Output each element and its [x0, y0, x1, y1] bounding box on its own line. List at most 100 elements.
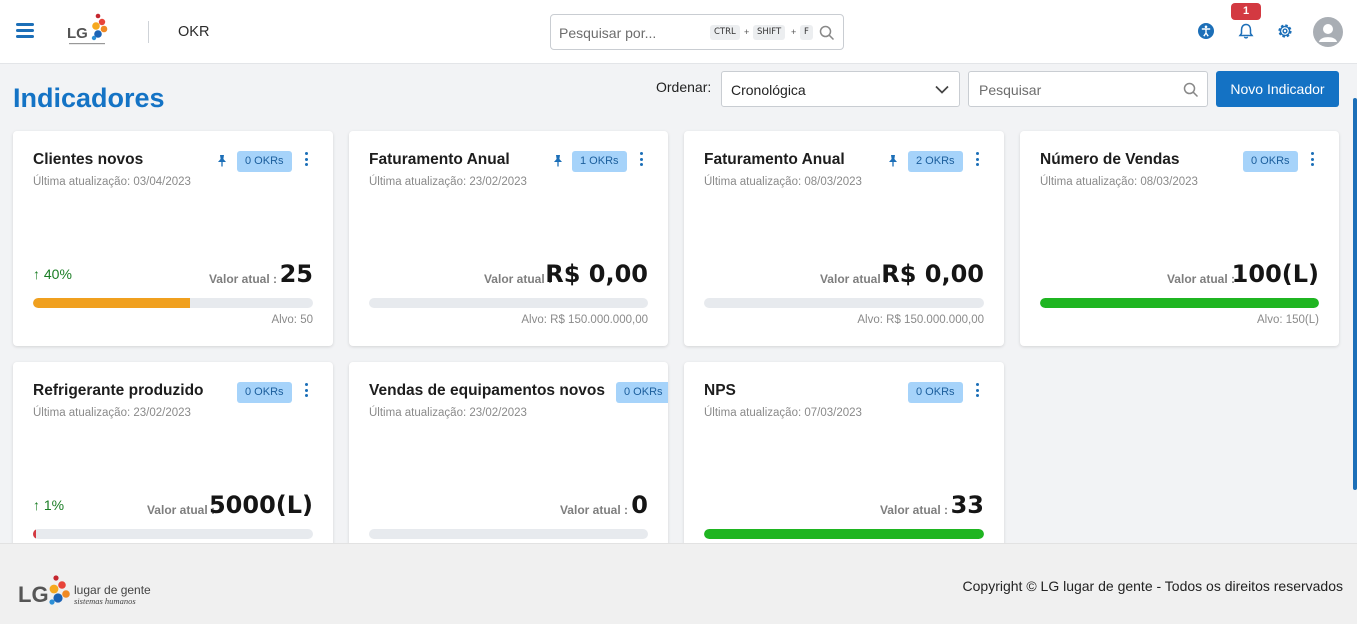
current-value-label: Valor atual :: [879, 503, 948, 517]
progress-bar: [704, 298, 984, 308]
indicator-card[interactable]: Número de Vendas 0 OKRs Última atualizaç…: [1020, 131, 1339, 346]
top-bar: LG OKR Pesquisar por... CTRL + SHIFT + F…: [0, 0, 1357, 64]
okr-count-badge[interactable]: 2 OKRs: [908, 151, 963, 172]
trend: ↑ 40%: [33, 266, 72, 282]
current-value: 33: [950, 491, 984, 519]
user-icon: [1319, 24, 1337, 42]
okr-count-badge[interactable]: 0 OKRs: [1243, 151, 1298, 172]
more-options-icon[interactable]: [638, 152, 644, 168]
progress-bar: [33, 529, 313, 539]
current-value: 0: [631, 491, 648, 519]
target-value: Alvo: R$ 150.000.000,00: [521, 314, 648, 326]
bell-icon[interactable]: [1237, 22, 1255, 40]
indicator-card[interactable]: Faturamento Anual 1 OKRs Última atualiza…: [349, 131, 668, 346]
current-value: 100(L): [1231, 260, 1319, 288]
okr-count-badge[interactable]: 0 OKRs: [908, 382, 963, 403]
footer-logo-subtext: sistemas humanos: [74, 596, 136, 606]
header-divider: [148, 21, 149, 43]
okr-count-badge[interactable]: 1 OKRs: [572, 151, 627, 172]
last-update: Última atualização: 03/04/2023: [33, 176, 191, 188]
indicator-card[interactable]: NPS 0 OKRs Última atualização: 07/03/202…: [684, 362, 1004, 552]
progress-bar: [1040, 298, 1319, 308]
pin-icon[interactable]: [216, 154, 228, 167]
trend-value: 1%: [43, 497, 65, 513]
current-value-label: Valor atual :: [208, 272, 277, 286]
indicator-title: NPS: [704, 382, 736, 399]
progress-fill: [33, 529, 36, 539]
indicator-card[interactable]: Clientes novos 0 OKRs Última atualização…: [13, 131, 333, 346]
scrollbar[interactable]: [1353, 98, 1357, 490]
avatar[interactable]: [1313, 17, 1343, 47]
page-title: Indicadores: [13, 83, 165, 113]
target-value: Alvo: 150(L): [1256, 314, 1319, 326]
target-value: Alvo: R$ 150.000.000,00: [857, 314, 984, 326]
more-options-icon[interactable]: [974, 152, 980, 168]
current-value-label: Valor atual :: [559, 503, 628, 517]
global-search-placeholder: Pesquisar por...: [559, 25, 657, 41]
indicator-title: Clientes novos: [33, 151, 144, 168]
okr-count-badge[interactable]: 0 OKRs: [237, 151, 292, 172]
indicator-card[interactable]: Refrigerante produzido 0 OKRs Última atu…: [13, 362, 333, 552]
indicator-title: Número de Vendas: [1040, 151, 1180, 168]
indicator-card[interactable]: Vendas de equipamentos novos 0 OKRs Últi…: [349, 362, 668, 552]
okr-count-badge[interactable]: 0 OKRs: [616, 382, 668, 403]
indicator-title: Faturamento Anual: [369, 151, 510, 168]
sort-select[interactable]: Cronológica: [721, 71, 960, 107]
footer-logo: LG lugar de gente sistemas humanos: [18, 575, 151, 607]
indicator-search-input[interactable]: Pesquisar: [968, 71, 1208, 107]
progress-bar: [33, 298, 313, 308]
pin-icon[interactable]: [887, 154, 899, 167]
progress-fill: [1040, 298, 1319, 308]
target-value: Alvo: 50: [271, 314, 313, 326]
pin-icon[interactable]: [552, 154, 564, 167]
kbd-ctrl: CTRL: [710, 25, 740, 40]
sort-selected-value: Cronológica: [731, 82, 806, 98]
more-options-icon[interactable]: [1309, 152, 1315, 168]
more-options-icon[interactable]: [974, 383, 980, 399]
svg-text:LG: LG: [67, 25, 88, 42]
progress-bar: [369, 298, 648, 308]
lg-logo[interactable]: LG: [66, 11, 114, 49]
kbd-plus: +: [791, 27, 797, 37]
indicator-card[interactable]: Faturamento Anual 2 OKRs Última atualiza…: [684, 131, 1004, 346]
search-icon[interactable]: [819, 25, 835, 41]
indicator-title: Vendas de equipamentos novos: [369, 382, 606, 399]
indicator-title: Refrigerante produzido: [33, 382, 204, 399]
arrow-up-icon: ↑: [33, 497, 40, 513]
last-update: Última atualização: 23/02/2023: [369, 407, 527, 419]
last-update: Última atualização: 23/02/2023: [369, 176, 527, 188]
global-search-input[interactable]: Pesquisar por... CTRL + SHIFT + F: [550, 14, 844, 50]
copyright: Copyright © LG lugar de gente - Todos os…: [962, 578, 1343, 594]
progress-bar: [369, 529, 648, 539]
current-value-label: Valor atual :: [819, 272, 888, 286]
current-value: R$ 0,00: [881, 260, 984, 288]
last-update: Última atualização: 08/03/2023: [704, 176, 862, 188]
more-options-icon[interactable]: [303, 152, 309, 168]
notification-badge[interactable]: 1: [1231, 3, 1261, 20]
current-value: 25: [279, 260, 313, 288]
footer: LG lugar de gente sistemas humanos Copyr…: [0, 543, 1357, 624]
svg-text:LG: LG: [18, 582, 49, 607]
more-options-icon[interactable]: [303, 383, 309, 399]
accessibility-icon[interactable]: [1197, 22, 1215, 40]
current-value: 5000(L): [208, 491, 313, 519]
sort-label: Ordenar:: [656, 79, 712, 95]
okr-count-badge[interactable]: 0 OKRs: [237, 382, 292, 403]
progress-bar: [704, 529, 984, 539]
footer-logo-text: lugar de gente: [74, 583, 151, 597]
new-indicator-button[interactable]: Novo Indicador: [1216, 71, 1339, 107]
progress-fill: [33, 298, 190, 308]
menu-icon[interactable]: [16, 23, 34, 38]
chevron-down-icon: [935, 85, 949, 94]
current-value: R$ 0,00: [545, 260, 648, 288]
indicator-search-placeholder: Pesquisar: [979, 82, 1042, 98]
search-icon[interactable]: [1183, 82, 1199, 98]
trend: ↑ 1%: [33, 497, 64, 513]
gear-icon[interactable]: [1276, 22, 1294, 40]
trend-value: 40%: [43, 266, 72, 282]
progress-fill: [704, 529, 984, 539]
last-update: Última atualização: 07/03/2023: [704, 407, 862, 419]
current-value-label: Valor atual :: [483, 272, 552, 286]
current-value-label: Valor atual :: [146, 503, 215, 517]
current-value-label: Valor atual :: [1166, 272, 1235, 286]
